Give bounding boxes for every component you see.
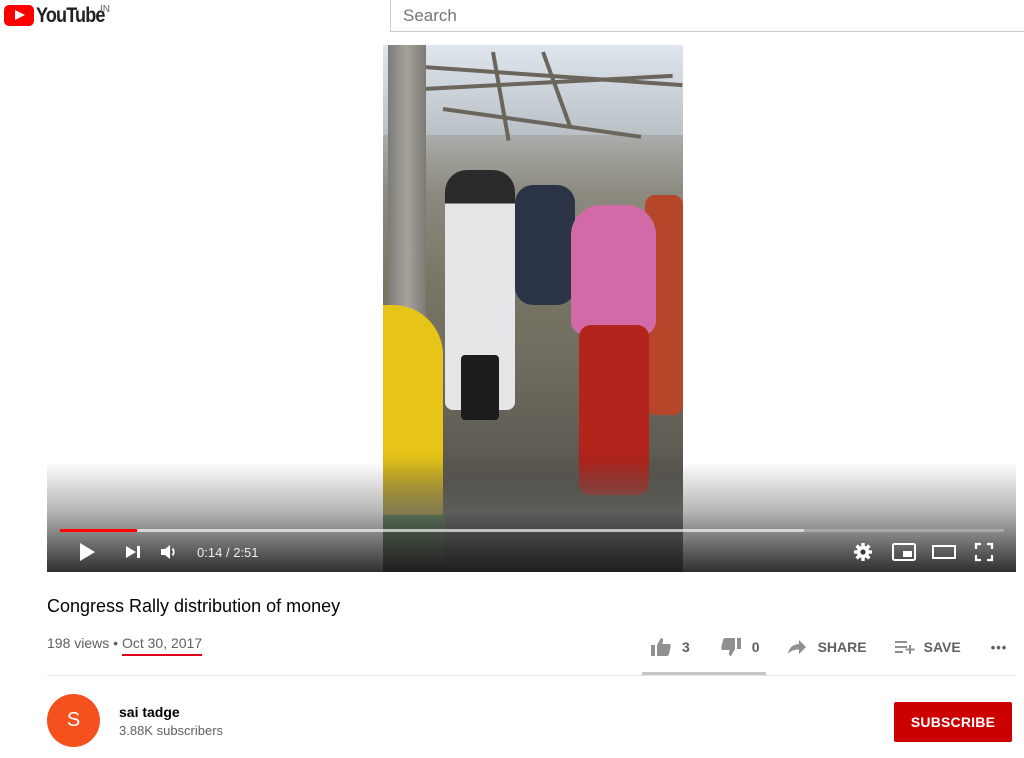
video-title: Congress Rally distribution of money bbox=[47, 596, 341, 616]
share-label: SHARE bbox=[817, 639, 867, 655]
dislike-button[interactable]: 0 bbox=[720, 637, 760, 657]
channel-name[interactable]: sai tadge bbox=[119, 704, 180, 720]
search-input[interactable] bbox=[391, 0, 1024, 31]
volume-button[interactable] bbox=[157, 540, 181, 564]
playlist-add-icon bbox=[894, 641, 915, 654]
theater-mode-icon bbox=[932, 545, 956, 559]
progress-loaded bbox=[60, 529, 804, 532]
progress-bar[interactable] bbox=[60, 529, 1004, 532]
theater-mode-button[interactable] bbox=[930, 540, 958, 564]
share-icon bbox=[787, 640, 806, 654]
video-person-pink bbox=[571, 205, 656, 335]
youtube-play-logo-icon bbox=[4, 5, 34, 26]
time-separator: / bbox=[225, 545, 230, 560]
avatar-letter: S bbox=[66, 709, 81, 731]
channel-avatar[interactable]: S bbox=[47, 694, 100, 747]
progress-played bbox=[60, 529, 138, 532]
video-crowd bbox=[515, 185, 575, 305]
share-button[interactable]: SHARE bbox=[787, 639, 867, 655]
search-box[interactable] bbox=[390, 0, 1024, 32]
settings-button[interactable] bbox=[851, 540, 875, 564]
youtube-logo[interactable]: YouTube IN bbox=[4, 4, 116, 27]
time-total: 2:51 bbox=[233, 545, 259, 560]
subscribe-button[interactable]: SUBSCRIBE bbox=[894, 702, 1012, 742]
upload-date: Oct 30, 2017 bbox=[121, 635, 203, 656]
player-controls: 0:14 / 2:51 bbox=[47, 537, 1016, 567]
thumbs-down-icon bbox=[721, 638, 741, 656]
subscriber-count: 3.88K subscribers bbox=[119, 723, 224, 738]
video-actions: 3 0 SHARE SAVE ••• bbox=[640, 632, 1007, 662]
settings-icon bbox=[854, 543, 872, 561]
meta-separator: • bbox=[113, 635, 119, 651]
fullscreen-icon bbox=[974, 542, 994, 562]
video-person-legs bbox=[461, 355, 499, 420]
country-code: IN bbox=[100, 4, 110, 15]
like-button[interactable]: 3 bbox=[650, 637, 690, 657]
like-count: 3 bbox=[682, 639, 690, 655]
thumbs-up-icon bbox=[651, 638, 671, 656]
play-button[interactable] bbox=[75, 540, 99, 564]
dislike-count: 0 bbox=[751, 639, 760, 655]
miniplayer-button[interactable] bbox=[890, 540, 918, 564]
more-actions-button[interactable]: ••• bbox=[991, 640, 1008, 655]
volume-icon bbox=[161, 545, 175, 559]
fullscreen-button[interactable] bbox=[970, 540, 998, 564]
more-icon: ••• bbox=[990, 639, 1008, 655]
divider bbox=[47, 675, 1016, 676]
time-current: 0:14 bbox=[197, 545, 223, 560]
miniplayer-icon bbox=[892, 543, 916, 561]
video-player[interactable]: 0:14 / 2:51 bbox=[47, 45, 1016, 572]
save-button[interactable]: SAVE bbox=[894, 639, 961, 655]
next-button[interactable] bbox=[121, 540, 145, 564]
play-icon bbox=[80, 543, 95, 561]
next-icon bbox=[126, 546, 140, 558]
logo-text: YouTube bbox=[36, 4, 105, 27]
save-label: SAVE bbox=[923, 639, 961, 655]
view-count: 198 views bbox=[47, 635, 110, 651]
video-meta: 198 views • Oct 30, 2017 bbox=[47, 635, 203, 656]
time-display: 0:14 / 2:51 bbox=[197, 545, 259, 560]
